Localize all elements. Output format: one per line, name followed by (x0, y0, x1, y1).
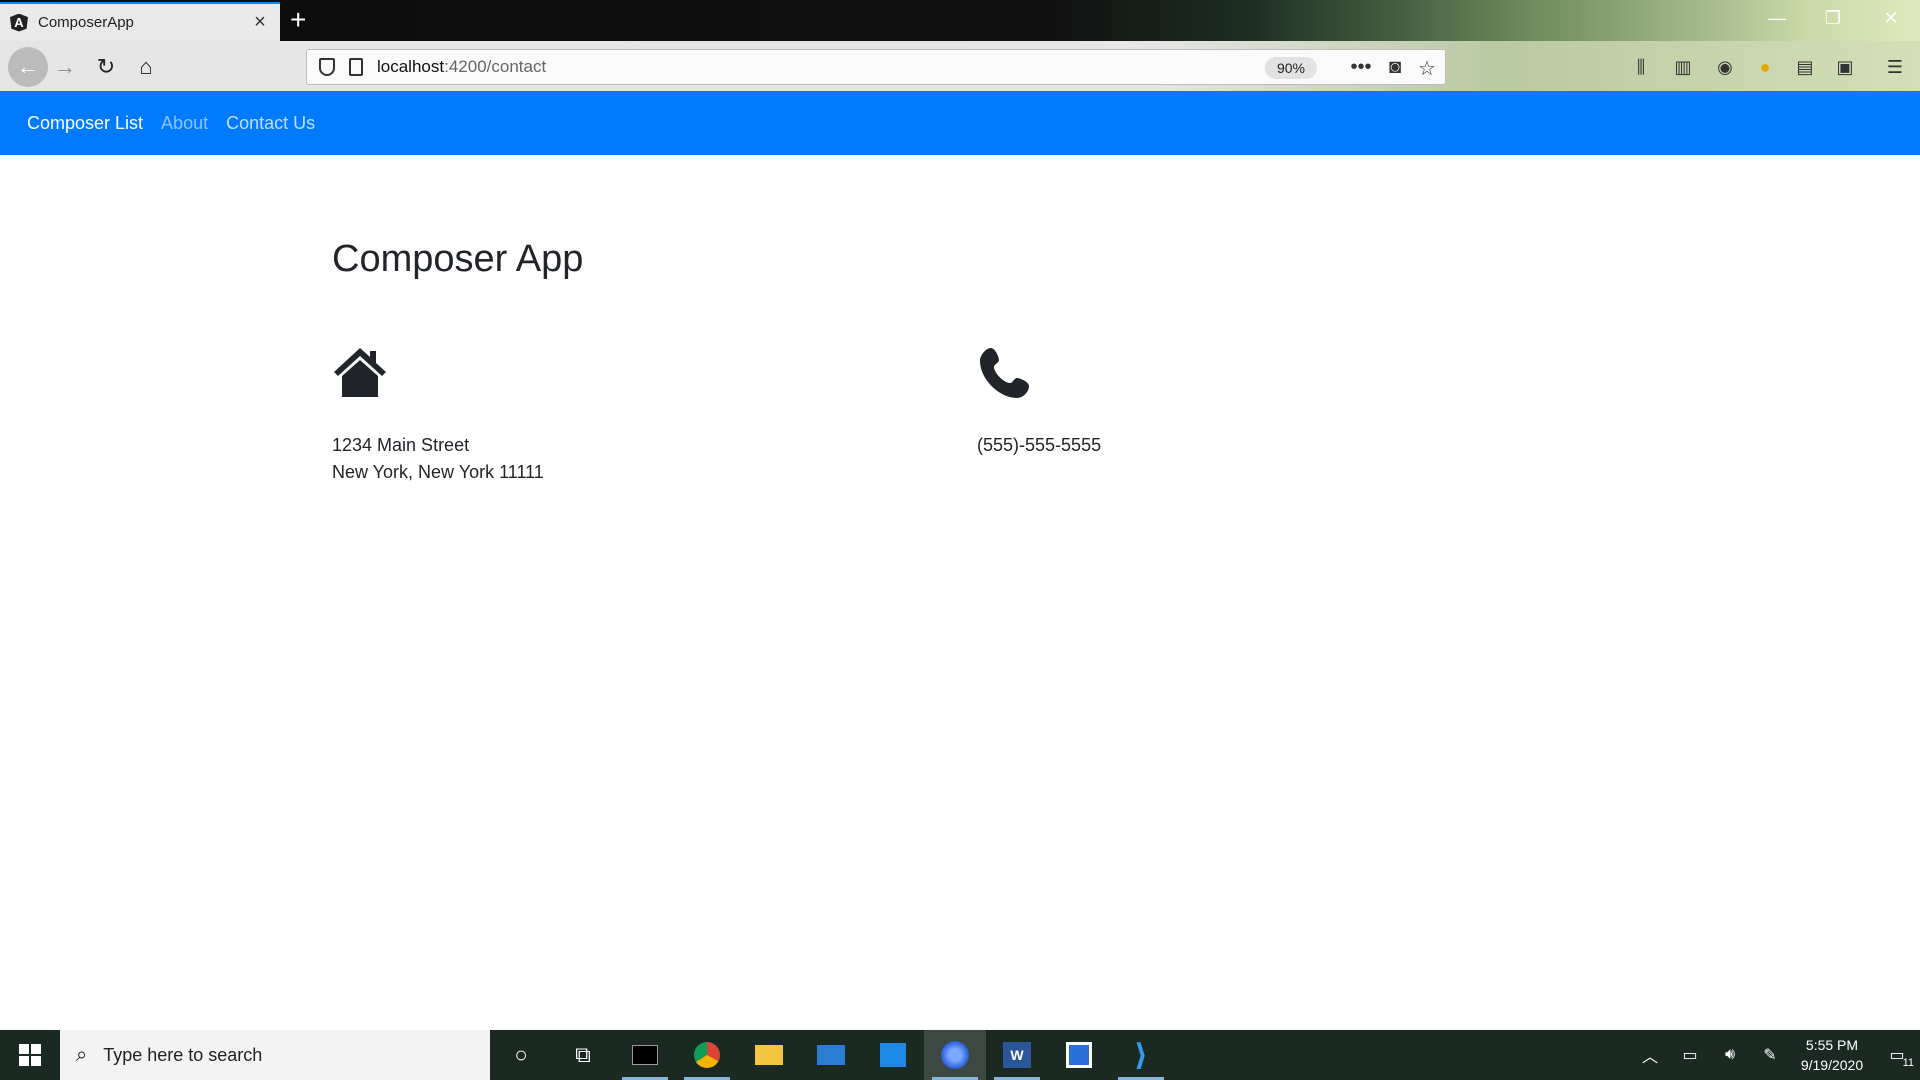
page-title: Composer App (332, 238, 584, 280)
extension-icon[interactable]: ● (1752, 54, 1778, 80)
chrome-icon[interactable] (676, 1030, 738, 1080)
browser-tab[interactable]: A ComposerApp × (0, 2, 280, 41)
address-line-1: 1234 Main Street (332, 435, 470, 455)
back-icon[interactable]: ← (8, 47, 48, 87)
forward-icon[interactable]: → (48, 50, 82, 84)
sidebar-icon[interactable]: ▥ (1670, 54, 1696, 80)
mail-icon[interactable] (800, 1030, 862, 1080)
task-view-icon[interactable]: ⧉ (552, 1030, 614, 1080)
nav-contact-us[interactable]: Contact Us (226, 113, 315, 134)
phone-section: (555)-555-5555 (977, 345, 1101, 459)
app-icon[interactable] (1048, 1030, 1110, 1080)
phone-number: (555)-555-5555 (977, 435, 1102, 455)
search-placeholder: Type here to search (103, 1044, 263, 1065)
phone-icon (980, 348, 1029, 398)
pocket-icon[interactable]: ◙ (1383, 56, 1407, 79)
notification-icon[interactable]: ▭ 11 (1874, 1045, 1920, 1069)
notification-count: 11 (1900, 1057, 1916, 1069)
battery-icon[interactable]: ▭ (1670, 1045, 1710, 1065)
nav-about[interactable]: About (161, 113, 208, 134)
tab-title: ComposerApp (38, 14, 134, 31)
clock-date: 9/19/2020 (1800, 1057, 1864, 1073)
tab-close-icon[interactable]: × (250, 11, 270, 34)
terminal-icon[interactable] (614, 1030, 676, 1080)
url-text[interactable]: localhost:4200/contact (377, 57, 546, 77)
reload-icon[interactable]: ↻ (89, 50, 123, 84)
cortana-icon[interactable]: ○ (490, 1030, 552, 1080)
zoom-indicator[interactable]: 90% (1264, 57, 1317, 79)
library-icon[interactable]: ⫼ (1628, 54, 1654, 80)
angular-favicon-icon: A (10, 13, 28, 32)
close-window-icon[interactable]: ✕ (1876, 8, 1906, 29)
clock-time: 5:55 PM (1805, 1037, 1859, 1053)
windows-start-icon[interactable] (0, 1030, 60, 1080)
chevron-up-icon[interactable]: ︿ (1630, 1043, 1670, 1067)
photos-icon[interactable] (862, 1030, 924, 1080)
page-info-icon[interactable] (349, 58, 363, 76)
home-icon (334, 348, 386, 397)
pen-icon[interactable]: ✎ (1750, 1045, 1790, 1065)
url-bar[interactable]: localhost:4200/contact 90% ••• ◙ ☆ (306, 49, 1446, 85)
restore-icon[interactable]: ❐ (1818, 8, 1848, 29)
star-icon[interactable]: ☆ (1415, 56, 1439, 81)
address-section: 1234 Main Street New York, New York 1111… (332, 345, 544, 486)
taskbar-search[interactable]: ⌕ Type here to search (60, 1030, 490, 1080)
nav-composer-list[interactable]: Composer List (27, 113, 143, 134)
search-icon: ⌕ (76, 1043, 88, 1066)
system-tray: ︿ ▭ 🔊︎ ✎ 5:55 PM 9/19/2020 ▭ 11 (1630, 1030, 1920, 1080)
vscode-icon[interactable]: ⟩ (1110, 1030, 1172, 1080)
browser-titlebar: A ComposerApp × + — ❐ ✕ (0, 0, 1920, 41)
file-explorer-icon[interactable] (738, 1030, 800, 1080)
page-actions-icon[interactable]: ••• (1349, 56, 1373, 79)
tracking-shield-icon[interactable] (319, 58, 335, 76)
reader-icon[interactable]: ▤ (1792, 54, 1818, 80)
home-button-icon[interactable]: ⌂ (129, 50, 163, 84)
screenshot-icon[interactable]: ▣ (1832, 54, 1858, 80)
app-navbar: Composer List About Contact Us (0, 91, 1920, 155)
new-tab-icon[interactable]: + (290, 6, 306, 34)
address-line-2: New York, New York 11111 (332, 462, 544, 482)
firefox-icon[interactable] (924, 1030, 986, 1080)
clock[interactable]: 5:55 PM 9/19/2020 (1790, 1035, 1874, 1075)
word-icon[interactable]: W (986, 1030, 1048, 1080)
account-icon[interactable]: ◉ (1712, 54, 1738, 80)
volume-icon[interactable]: 🔊︎ (1710, 1046, 1750, 1064)
menu-icon[interactable]: ☰ (1882, 54, 1908, 80)
minimize-icon[interactable]: — (1762, 8, 1792, 29)
